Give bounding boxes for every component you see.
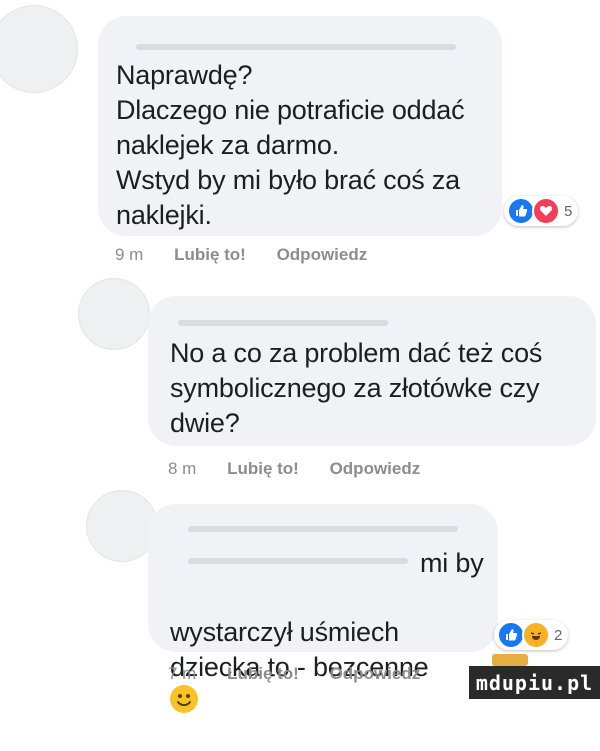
reaction-count: 5 — [564, 202, 573, 220]
like-link[interactable]: Lubię to! — [227, 459, 299, 478]
avatar[interactable] — [78, 278, 150, 350]
like-link[interactable]: Lubię to! — [174, 245, 246, 264]
like-reaction-icon — [497, 621, 525, 649]
comment-actions: 7 m Lubię to! Odpowiedz — [168, 664, 446, 684]
smile-emoji-icon — [170, 685, 198, 713]
reaction-summary[interactable]: 5 — [504, 196, 579, 226]
comment-text-line1: mi by — [420, 548, 484, 578]
reaction-summary[interactable]: 2 — [494, 620, 569, 650]
comment-bubble: Naprawdę? Dlaczego nie potraficie oddać … — [98, 16, 502, 236]
comment-time[interactable]: 9 m — [115, 245, 143, 264]
comment-bubble: No a co za problem dać też coś symbolicz… — [148, 296, 596, 446]
comment-text: No a co za problem dać też coś symbolicz… — [170, 338, 543, 438]
reply-link[interactable]: Odpowiedz — [330, 664, 421, 683]
commenter-name-redacted[interactable] — [178, 320, 388, 326]
comment-text: Naprawdę? Dlaczego nie potraficie oddać … — [116, 60, 465, 230]
avatar[interactable] — [0, 5, 78, 93]
reply-link[interactable]: Odpowiedz — [277, 245, 368, 264]
watermark: mdupiu.pl — [469, 666, 600, 699]
reaction-count: 2 — [554, 626, 563, 644]
comment-time[interactable]: 8 m — [168, 459, 196, 478]
comment-actions: 9 m Lubię to! Odpowiedz — [115, 245, 393, 265]
reply-link[interactable]: Odpowiedz — [330, 459, 421, 478]
comment-bubble: mi by wystarczył uśmiech dziecka to - be… — [148, 504, 498, 713]
comment-time[interactable]: 7 m — [168, 664, 196, 683]
commenter-name-redacted[interactable] — [188, 526, 458, 532]
commenter-name-redacted[interactable] — [136, 44, 456, 50]
love-reaction-icon — [532, 197, 560, 225]
comment-actions: 8 m Lubię to! Odpowiedz — [168, 459, 446, 479]
like-reaction-icon — [507, 197, 535, 225]
commenter-name-redacted — [188, 558, 408, 564]
like-link[interactable]: Lubię to! — [227, 664, 299, 683]
haha-reaction-icon — [522, 621, 550, 649]
